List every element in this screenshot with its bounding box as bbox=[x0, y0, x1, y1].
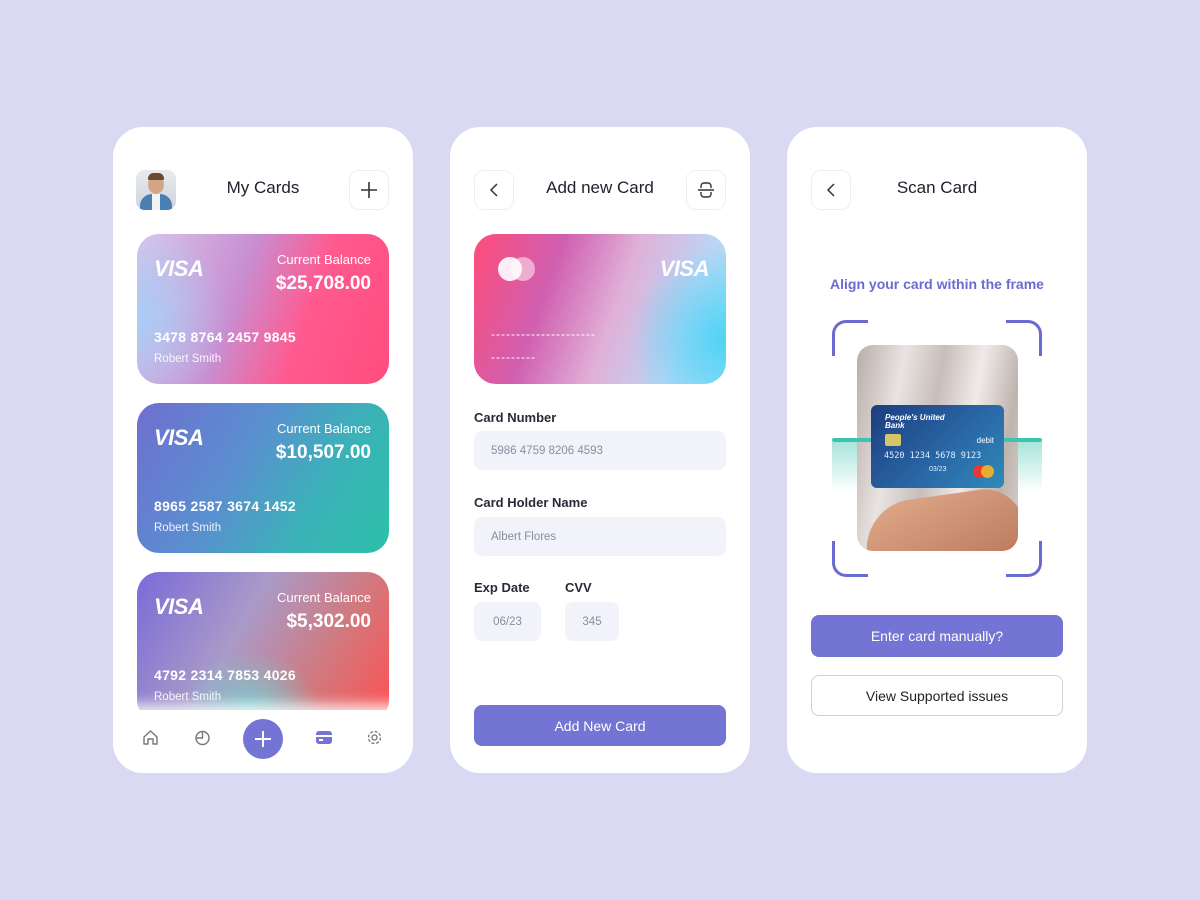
my-cards-screen: My Cards VISA Current Balance $25,708.00 … bbox=[113, 127, 413, 773]
card-number-input[interactable]: 5986 4759 8206 4593 bbox=[474, 431, 726, 470]
card-number-label: Card Number bbox=[474, 410, 557, 425]
card-holder: Robert Smith bbox=[154, 691, 222, 703]
plus-icon bbox=[361, 182, 377, 198]
balance-amount: $25,708.00 bbox=[275, 273, 371, 294]
balance-label: Current Balance bbox=[277, 421, 371, 436]
enter-manually-button[interactable]: Enter card manually? bbox=[811, 615, 1063, 657]
cvv-label: CVV bbox=[565, 580, 592, 595]
card-number: 3478 8764 2457 9845 bbox=[154, 329, 296, 345]
bank-card-photo: People's United Bank debit 4520 1234 567… bbox=[871, 405, 1004, 488]
plus-icon bbox=[255, 731, 271, 747]
card-number-placeholder: --------------------- bbox=[491, 327, 596, 341]
visa-logo: VISA bbox=[659, 256, 710, 281]
card-number: 4792 2314 7853 4026 bbox=[154, 667, 296, 683]
card-item[interactable]: VISA Current Balance $25,708.00 3478 8764… bbox=[137, 234, 389, 384]
add-card-button[interactable] bbox=[349, 170, 389, 210]
camera-photo: People's United Bank debit 4520 1234 567… bbox=[857, 345, 1018, 551]
add-button[interactable] bbox=[243, 719, 283, 759]
home-icon[interactable] bbox=[142, 729, 159, 746]
visa-logo: VISA bbox=[154, 425, 204, 450]
card-item[interactable]: VISA Current Balance $10,507.00 8965 2587… bbox=[137, 403, 389, 553]
scan-card-screen: Scan Card Align your card within the fra… bbox=[787, 127, 1087, 773]
card-type: debit bbox=[976, 436, 994, 445]
bank-name: People's United Bank bbox=[885, 413, 945, 430]
bottom-nav bbox=[113, 710, 413, 773]
page-title: Scan Card bbox=[896, 178, 978, 197]
photo-card-exp: 03/23 bbox=[929, 466, 947, 473]
scan-icon bbox=[698, 182, 714, 198]
card-holder: Robert Smith bbox=[154, 353, 222, 365]
balance-label: Current Balance bbox=[277, 590, 371, 605]
balance-amount: $5,302.00 bbox=[286, 611, 371, 632]
card-name-placeholder: --------- bbox=[491, 350, 536, 364]
balance-amount: $10,507.00 bbox=[275, 442, 371, 463]
card-preview: VISA --------------------- --------- bbox=[474, 234, 726, 384]
hand bbox=[860, 484, 1018, 551]
card-number: 8965 2587 3674 1452 bbox=[154, 498, 296, 514]
add-card-screen: Add new Card VISA --------------------- … bbox=[450, 127, 750, 773]
view-supported-button[interactable]: View Supported issues bbox=[811, 675, 1063, 716]
visa-logo: VISA bbox=[154, 594, 204, 619]
balance-label: Current Balance bbox=[277, 252, 371, 267]
holder-name-label: Card Holder Name bbox=[474, 495, 588, 510]
instruction-text: Align your card within the frame bbox=[830, 276, 1044, 292]
card-icon[interactable] bbox=[316, 731, 332, 744]
photo-card-number: 4520 1234 5678 9123 bbox=[884, 451, 982, 461]
card-holder: Robert Smith bbox=[154, 522, 222, 534]
visa-logo: VISA bbox=[154, 256, 204, 281]
exp-date-label: Exp Date bbox=[474, 580, 530, 595]
cvv-input[interactable]: 345 bbox=[565, 602, 619, 641]
add-new-card-button[interactable]: Add New Card bbox=[474, 705, 726, 746]
chart-icon[interactable] bbox=[194, 729, 211, 746]
exp-date-input[interactable]: 06/23 bbox=[474, 602, 541, 641]
card-item[interactable]: VISA Current Balance $5,302.00 4792 2314 … bbox=[137, 572, 389, 722]
gear-icon[interactable] bbox=[366, 729, 383, 746]
scan-button[interactable] bbox=[686, 170, 726, 210]
holder-name-input[interactable]: Albert Flores bbox=[474, 517, 726, 556]
